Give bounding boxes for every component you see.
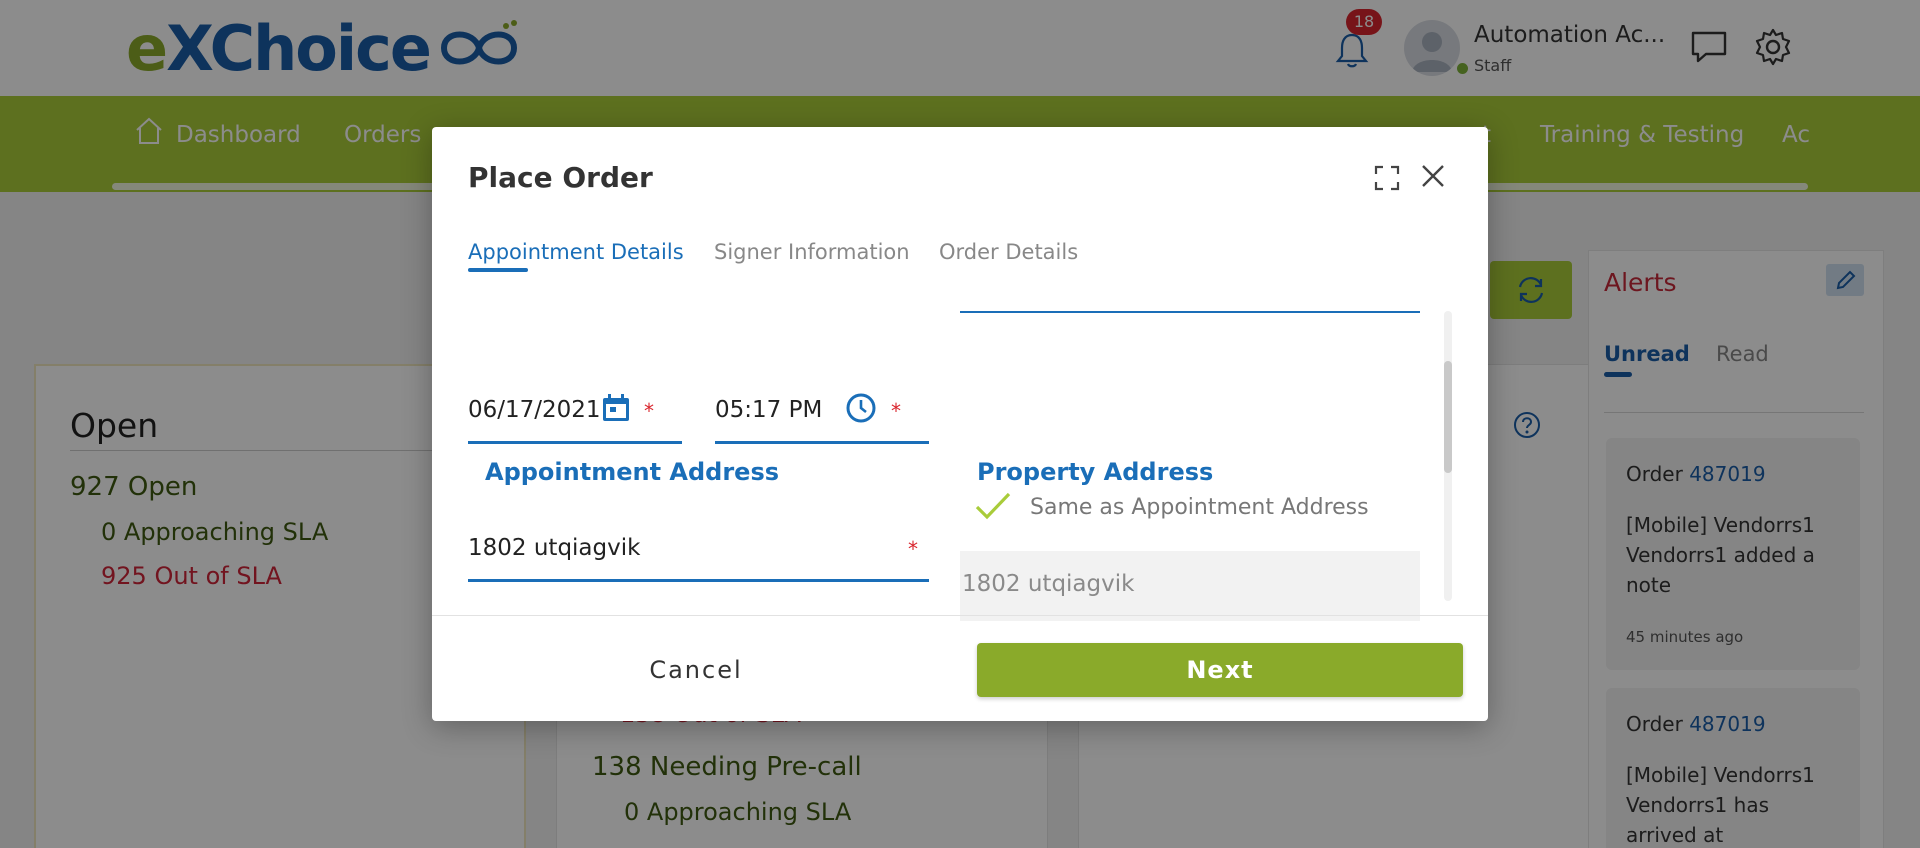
previous-field-underline [960, 311, 1420, 313]
tab-order-details[interactable]: Order Details [939, 240, 1078, 264]
property-address-value: 1802 utqiagvik [962, 571, 1135, 597]
place-order-dialog: Place Order Appointment Details Signer I… [432, 127, 1488, 721]
cancel-button[interactable]: Cancel [468, 643, 924, 697]
next-button[interactable]: Next [977, 643, 1463, 697]
required-marker: * [891, 399, 901, 423]
dialog-title: Place Order [468, 161, 653, 194]
time-field-underline [715, 441, 929, 444]
dialog-footer-divider [432, 615, 1488, 616]
clock-icon[interactable] [845, 392, 877, 424]
appointment-date-input[interactable]: 06/17/2021 [468, 397, 601, 423]
close-icon[interactable] [1418, 161, 1448, 191]
same-as-appointment-checkbox-label[interactable]: Same as Appointment Address [1030, 495, 1369, 520]
checkmark-icon[interactable] [974, 490, 1012, 522]
required-marker: * [644, 399, 654, 423]
property-address-heading: Property Address [977, 458, 1214, 486]
appointment-address-heading: Appointment Address [485, 458, 780, 486]
form-scroll-thumb[interactable] [1444, 361, 1452, 473]
address-field-underline [468, 579, 929, 582]
calendar-icon[interactable] [600, 392, 632, 424]
fullscreen-icon[interactable] [1374, 165, 1400, 191]
tab-signer-information[interactable]: Signer Information [714, 240, 910, 264]
active-tab-indicator [468, 268, 528, 272]
appointment-time-input[interactable]: 05:17 PM [715, 397, 822, 423]
tab-appointment-details[interactable]: Appointment Details [468, 240, 684, 264]
required-marker: * [908, 537, 918, 561]
appointment-address-input[interactable]: 1802 utqiagvik [468, 535, 640, 561]
date-field-underline [468, 441, 682, 444]
